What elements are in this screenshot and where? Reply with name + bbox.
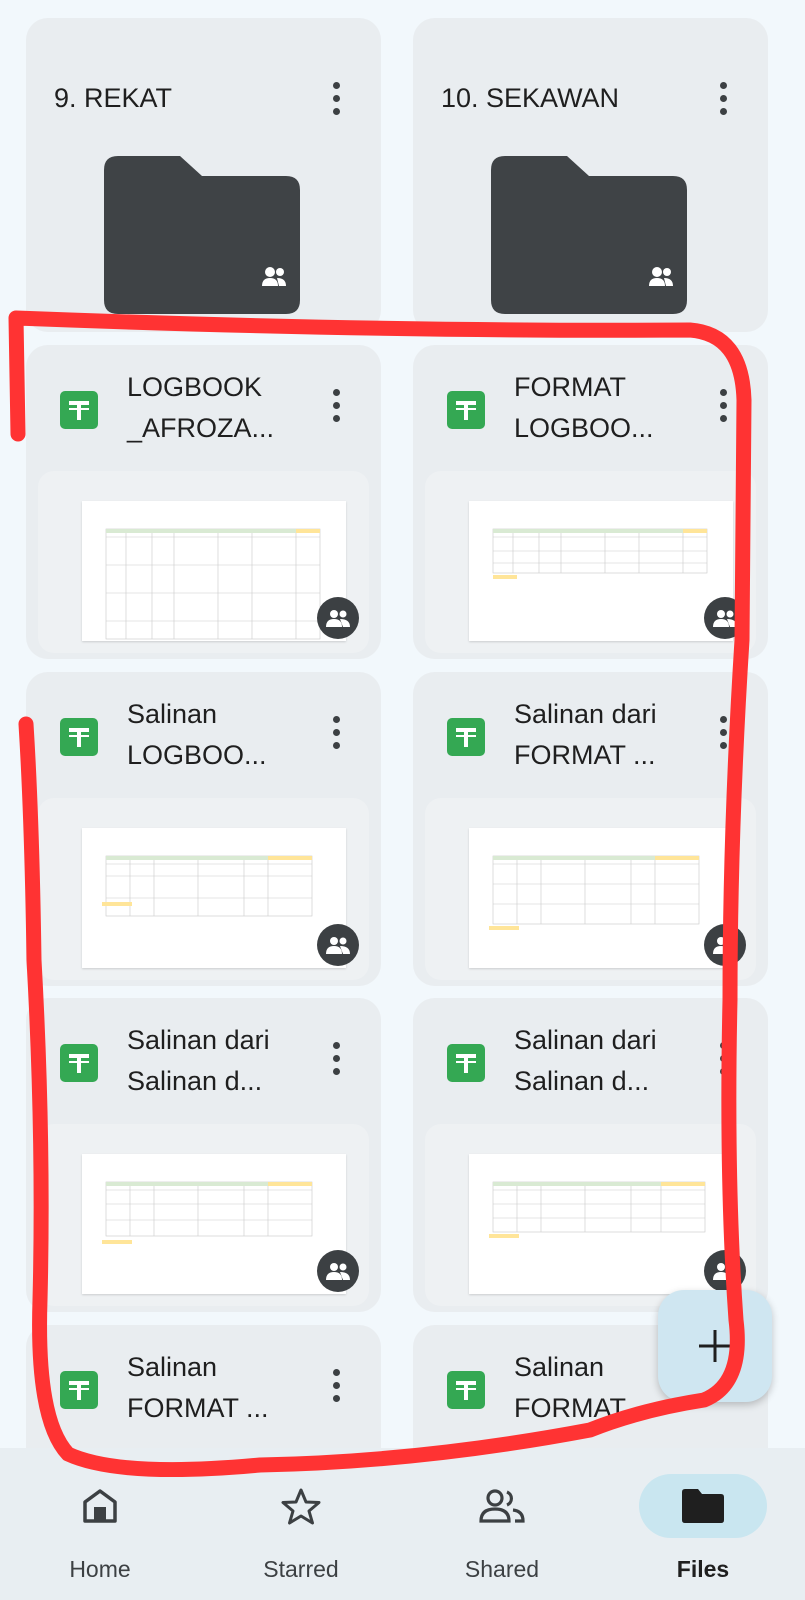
- folder-icon: [639, 1474, 767, 1538]
- nav-label: Starred: [263, 1556, 339, 1582]
- plus-icon: [699, 1330, 731, 1362]
- folder-name: 10. SEKAWAN: [441, 83, 620, 113]
- file-preview: [425, 1124, 756, 1306]
- more-options-icon[interactable]: [321, 383, 351, 427]
- shared-badge-icon: [317, 924, 359, 966]
- file-preview: [38, 471, 369, 653]
- more-options-icon[interactable]: [708, 1036, 738, 1080]
- folder-card-sekawan[interactable]: 10. SEKAWAN: [413, 18, 768, 332]
- shared-folder-icon: [491, 156, 687, 314]
- sheets-icon: [447, 1044, 485, 1082]
- nav-home[interactable]: Home: [0, 1448, 200, 1600]
- spreadsheet-thumbnail: [469, 1154, 733, 1294]
- file-preview: [38, 798, 369, 980]
- more-options-icon[interactable]: [321, 710, 351, 754]
- sheets-icon: [60, 1371, 98, 1409]
- file-card[interactable]: Salinan dari Salinan d...: [413, 998, 768, 1312]
- file-card[interactable]: FORMAT LOGBOO...: [413, 345, 768, 659]
- file-card[interactable]: Salinan dari Salinan d...: [26, 998, 381, 1312]
- shared-badge-icon: [704, 924, 746, 966]
- file-name: Salinan FORMAT ...: [514, 1352, 656, 1423]
- shared-badge-icon: [704, 597, 746, 639]
- more-options-icon[interactable]: [708, 76, 738, 120]
- sheets-icon: [447, 391, 485, 429]
- file-card[interactable]: Salinan dari FORMAT ...: [413, 672, 768, 986]
- spreadsheet-thumbnail: [469, 828, 733, 968]
- sheets-icon: [447, 718, 485, 756]
- file-name: FORMAT LOGBOO...: [514, 372, 654, 443]
- file-name: LOGBOOK _AFROZA...: [127, 372, 275, 443]
- nav-label: Home: [69, 1556, 131, 1582]
- sheets-icon: [60, 718, 98, 756]
- file-name: Salinan FORMAT ...: [127, 1352, 269, 1423]
- spreadsheet-thumbnail: [82, 1154, 346, 1294]
- spreadsheet-thumbnail: [82, 828, 346, 968]
- home-icon: [36, 1474, 164, 1538]
- shared-badge-icon: [317, 1250, 359, 1292]
- star-icon: [237, 1474, 365, 1538]
- more-options-icon[interactable]: [708, 383, 738, 427]
- file-name: Salinan dari FORMAT ...: [514, 699, 657, 770]
- nav-label: Files: [676, 1556, 730, 1582]
- more-options-icon[interactable]: [321, 1363, 351, 1407]
- more-options-icon[interactable]: [708, 710, 738, 754]
- more-options-icon[interactable]: [321, 76, 351, 120]
- nav-label: Shared: [464, 1556, 540, 1582]
- file-preview: [38, 1124, 369, 1306]
- file-card[interactable]: LOGBOOK _AFROZA...: [26, 345, 381, 659]
- file-preview: [425, 471, 756, 653]
- sheets-icon: [60, 1044, 98, 1082]
- folder-card-rekat[interactable]: 9. REKAT: [26, 18, 381, 332]
- shared-folder-icon: [104, 156, 300, 314]
- nav-starred[interactable]: Starred: [201, 1448, 401, 1600]
- shared-badge-icon: [317, 597, 359, 639]
- spreadsheet-thumbnail: [469, 501, 733, 641]
- nav-shared[interactable]: Shared: [402, 1448, 602, 1600]
- sheets-icon: [60, 391, 98, 429]
- sheets-icon: [447, 1371, 485, 1409]
- new-file-button[interactable]: [658, 1290, 772, 1402]
- bottom-navigation: Home Starred Shared Files: [0, 1448, 805, 1600]
- folder-name: 9. REKAT: [54, 83, 173, 113]
- file-preview: [425, 798, 756, 980]
- file-name: Salinan LOGBOO...: [127, 699, 267, 770]
- file-name: Salinan dari Salinan d...: [127, 1025, 270, 1096]
- file-card[interactable]: Salinan LOGBOO...: [26, 672, 381, 986]
- nav-files[interactable]: Files: [603, 1448, 803, 1600]
- spreadsheet-thumbnail: [82, 501, 346, 641]
- file-name: Salinan dari Salinan d...: [514, 1025, 657, 1096]
- shared-icon: [438, 1474, 566, 1538]
- more-options-icon[interactable]: [321, 1036, 351, 1080]
- shared-badge-icon: [704, 1250, 746, 1292]
